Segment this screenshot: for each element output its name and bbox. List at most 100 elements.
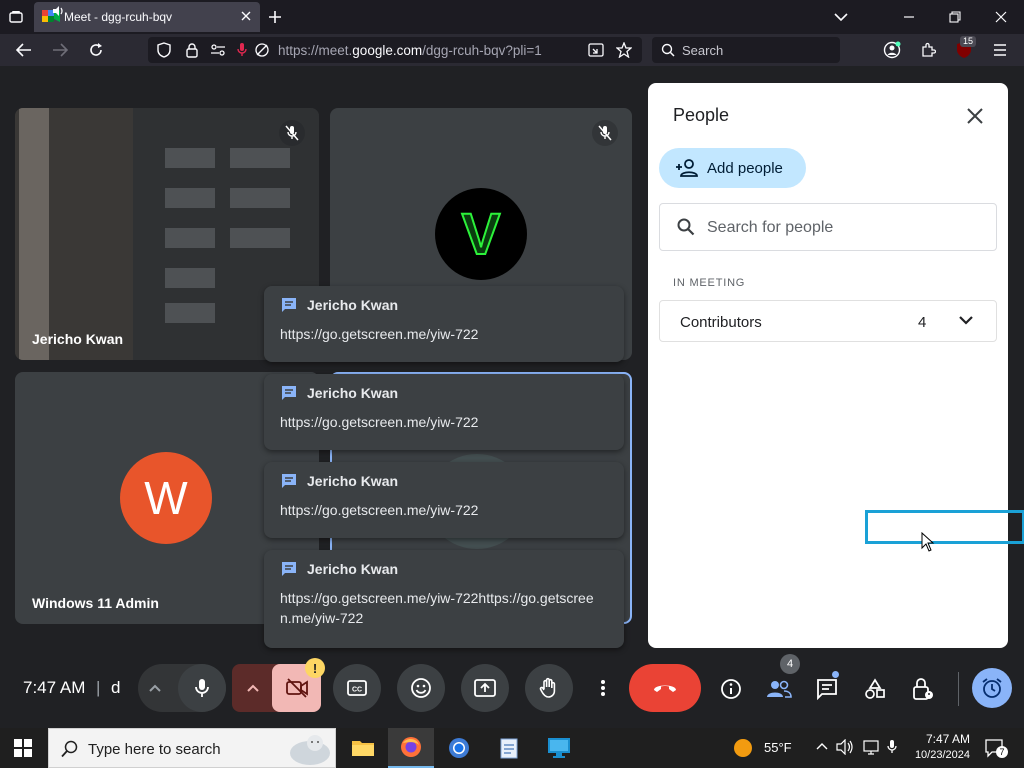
chat-message-text[interactable]: https://go.getscreen.me/yiw-722https://g… — [280, 588, 600, 628]
people-count-badge: 4 — [780, 654, 800, 674]
window-restore-icon[interactable] — [944, 6, 966, 28]
search-highlight-snow-leopard-icon — [285, 731, 335, 767]
chat-sender: Jericho Kwan — [307, 561, 399, 577]
chrome-taskbar-icon[interactable] — [436, 728, 482, 768]
microphone-button[interactable] — [178, 664, 226, 712]
chat-message-text[interactable]: https://go.getscreen.me/yiw-722 — [280, 324, 600, 344]
chat-toast[interactable]: Jericho Kwan https://go.getscreen.me/yiw… — [264, 286, 624, 362]
account-icon[interactable] — [882, 40, 902, 60]
lock-icon[interactable] — [182, 40, 202, 60]
network-icon[interactable] — [862, 739, 880, 755]
avatar-v: V — [435, 188, 527, 280]
permissions-icon[interactable] — [208, 40, 228, 60]
microphone-tray-icon[interactable] — [886, 739, 898, 755]
reload-icon[interactable] — [86, 40, 106, 60]
windows-start-icon[interactable] — [14, 739, 32, 757]
show-hidden-icons-chevron-up-icon[interactable] — [816, 741, 828, 751]
present-screen-button[interactable] — [461, 664, 509, 712]
in-meeting-section-label: IN MEETING — [673, 277, 746, 289]
chat-sender: Jericho Kwan — [307, 297, 399, 313]
host-controls-icon[interactable] — [910, 676, 936, 702]
chat-message-text[interactable]: https://go.getscreen.me/yiw-722 — [280, 500, 600, 520]
search-people-input[interactable]: Search for people — [659, 203, 997, 251]
app-menu-icon[interactable] — [990, 40, 1010, 60]
taskbar-time[interactable]: 7:47 AM — [914, 732, 970, 746]
reader-view-icon[interactable] — [586, 40, 606, 60]
control-divider — [958, 672, 959, 706]
taskbar-search-placeholder: Type here to search — [88, 741, 221, 758]
meet-stage: Jericho Kwan V W Windows 11 Admin Jerich… — [0, 66, 1024, 726]
timer-alarm-button[interactable] — [972, 668, 1012, 708]
chat-message-text[interactable]: https://go.getscreen.me/yiw-722 — [280, 412, 600, 432]
weather-sun-icon[interactable] — [733, 738, 753, 758]
browser-tab-bar: Meet - dgg-rcuh-bqv — [0, 0, 1024, 34]
notification-count-badge: 7 — [996, 746, 1008, 758]
list-all-tabs-icon[interactable] — [830, 6, 852, 28]
address-bar[interactable]: https://meet.google.com/dgg-rcuh-bqv?pli… — [148, 37, 642, 63]
chat-message-icon — [280, 472, 298, 490]
tab-title: Meet - dgg-rcuh-bqv — [64, 10, 173, 24]
video-options-chevron-up-icon[interactable] — [246, 683, 260, 693]
firefox-taskbar-icon[interactable] — [388, 728, 434, 768]
more-options-button[interactable] — [589, 664, 617, 712]
muted-mic-icon — [592, 120, 618, 146]
chat-toast[interactable]: Jericho Kwan https://go.getscreen.me/yiw… — [264, 550, 624, 648]
windows-taskbar: Type here to search 55°F 7:47 AM 10/23/2… — [0, 728, 1024, 768]
notepad-app-icon[interactable] — [486, 728, 532, 768]
tracking-protection-shield-icon[interactable] — [154, 40, 174, 60]
forward-icon[interactable] — [50, 40, 70, 60]
search-icon — [61, 740, 79, 758]
audio-options-chevron-up-icon[interactable] — [148, 683, 162, 693]
browser-search-bar[interactable]: Search — [652, 37, 840, 63]
chat-sender: Jericho Kwan — [307, 385, 399, 401]
volume-icon[interactable] — [836, 739, 854, 755]
tab-close-icon[interactable] — [240, 10, 252, 22]
add-people-button[interactable]: Add people — [659, 148, 806, 188]
browser-nav-bar: https://meet.google.com/dgg-rcuh-bqv?pli… — [0, 34, 1024, 66]
add-person-icon — [675, 159, 699, 177]
camera-warning-badge[interactable]: ! — [305, 658, 325, 678]
extensions-icon[interactable] — [918, 40, 938, 60]
add-people-label: Add people — [707, 159, 783, 177]
file-explorer-icon[interactable] — [340, 728, 386, 768]
chat-toast[interactable]: Jericho Kwan https://go.getscreen.me/yiw… — [264, 374, 624, 450]
chat-toast[interactable]: Jericho Kwan https://go.getscreen.me/yiw… — [264, 462, 624, 538]
search-icon — [658, 40, 678, 60]
taskbar-search-box[interactable]: Type here to search — [48, 728, 336, 768]
search-placeholder: Search — [682, 43, 724, 58]
browser-tab-meet[interactable]: Meet - dgg-rcuh-bqv — [34, 2, 260, 32]
microphone-in-use-icon[interactable] — [232, 40, 252, 60]
people-icon[interactable] — [766, 676, 792, 702]
chat-sender: Jericho Kwan — [307, 473, 399, 489]
remote-desktop-app-icon[interactable] — [536, 728, 582, 768]
window-close-icon[interactable] — [990, 6, 1012, 28]
taskbar-date[interactable]: 10/23/2024 — [912, 749, 970, 761]
leave-call-button[interactable] — [629, 664, 701, 712]
participant-name: Jericho Kwan — [32, 331, 124, 347]
raise-hand-button[interactable] — [525, 664, 573, 712]
url-text[interactable]: https://meet.google.com/dgg-rcuh-bqv?pli… — [278, 43, 542, 58]
tab-audio-playing-icon[interactable] — [52, 5, 64, 17]
activities-icon[interactable] — [862, 676, 888, 702]
camera-blocked-icon[interactable] — [252, 40, 272, 60]
chat-message-icon — [280, 560, 298, 578]
meeting-clock: 7:47 AM — [23, 678, 86, 697]
meeting-details-icon[interactable] — [718, 676, 744, 702]
new-tab-icon[interactable] — [265, 7, 285, 27]
contributors-group[interactable]: Contributors 4 — [659, 300, 997, 342]
chat-message-icon — [280, 384, 298, 402]
captions-button[interactable]: CC — [333, 664, 381, 712]
chat-icon[interactable] — [814, 676, 840, 702]
people-panel-title: People — [673, 105, 730, 125]
bookmark-star-icon[interactable] — [614, 40, 634, 60]
back-icon[interactable] — [14, 40, 34, 60]
contributors-label: Contributors — [680, 314, 762, 331]
window-minimize-icon[interactable] — [898, 6, 920, 28]
tab-overview-icon[interactable] — [6, 7, 26, 27]
emoji-reactions-button[interactable] — [397, 664, 445, 712]
avatar-w: W — [120, 452, 212, 544]
weather-temperature[interactable]: 55°F — [764, 740, 792, 755]
close-icon[interactable] — [964, 105, 986, 127]
chevron-down-icon[interactable] — [958, 312, 974, 328]
search-people-placeholder: Search for people — [707, 219, 834, 236]
